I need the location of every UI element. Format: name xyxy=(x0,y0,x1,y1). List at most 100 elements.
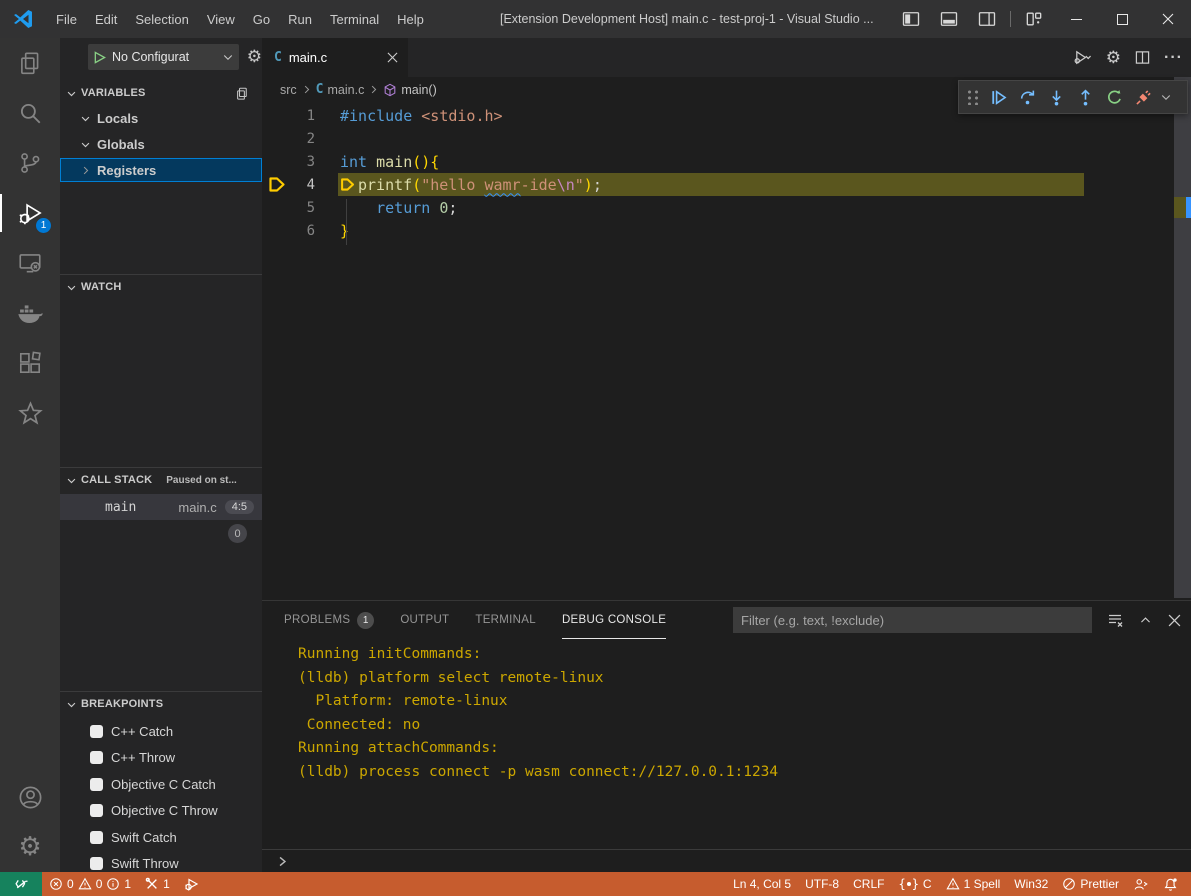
breakpoint-row[interactable]: Swift Throw xyxy=(60,851,262,873)
code-line[interactable]: 6} xyxy=(262,219,1174,242)
debug-configuration-dropdown[interactable]: No Configurat xyxy=(88,44,239,70)
sidebar-item-manage[interactable]: ⚙ xyxy=(0,822,60,872)
close-tab-icon[interactable] xyxy=(387,52,398,63)
language-mode[interactable]: {} C xyxy=(891,872,938,896)
run-or-debug-button[interactable] xyxy=(1073,49,1092,66)
clear-console-icon[interactable] xyxy=(1107,612,1123,628)
split-editor-button[interactable] xyxy=(1135,50,1150,65)
breakpoint-checkbox[interactable] xyxy=(90,778,103,791)
step-over-button[interactable] xyxy=(1013,82,1042,112)
feedback-status[interactable] xyxy=(1126,872,1156,896)
minimize-button[interactable] xyxy=(1053,0,1099,38)
console-line: Connected: no xyxy=(298,714,1178,738)
sidebar-item-docker[interactable] xyxy=(0,288,60,338)
spell-checker-status[interactable]: 1 Spell xyxy=(939,872,1008,896)
maximize-button[interactable] xyxy=(1099,0,1145,38)
panel-tab-terminal[interactable]: TERMINAL xyxy=(475,601,536,639)
watch-section-header[interactable]: WATCH xyxy=(60,276,262,298)
code-editor[interactable]: 1#include <stdio.h>23int main(){4printf(… xyxy=(262,102,1174,600)
panel-tab-debug-console[interactable]: DEBUG CONSOLE xyxy=(562,601,666,639)
breakpoint-row[interactable]: Swift Catch xyxy=(60,824,262,850)
problems-status[interactable]: 0 0 1 xyxy=(42,872,138,896)
settings-gear-button[interactable]: ⚙ xyxy=(1106,48,1121,68)
breakpoint-label: Objective C Throw xyxy=(111,803,218,818)
copy-icon[interactable] xyxy=(235,86,250,101)
customize-layout-icon[interactable] xyxy=(1015,0,1053,38)
sidebar-item-search[interactable] xyxy=(0,88,60,138)
variables-item-registers[interactable]: Registers xyxy=(60,158,262,182)
sidebar-item-star-extension[interactable] xyxy=(0,388,60,438)
continue-button[interactable] xyxy=(984,82,1013,112)
breakpoint-checkbox[interactable] xyxy=(90,751,103,764)
more-actions-button[interactable]: ··· xyxy=(1164,49,1183,67)
formatter-status[interactable]: Prettier xyxy=(1055,872,1126,896)
panel-tab-output[interactable]: OUTPUT xyxy=(400,601,449,639)
sidebar-item-extensions[interactable] xyxy=(0,338,60,388)
breakpoint-row[interactable]: C++ Throw xyxy=(60,745,262,771)
overview-ruler[interactable] xyxy=(1174,77,1191,598)
breadcrumb-item[interactable]: main() xyxy=(383,83,436,97)
start-debug-icon[interactable] xyxy=(93,51,106,64)
sidebar-item-remote-explorer[interactable] xyxy=(0,238,60,288)
code-line[interactable]: 5 return 0; xyxy=(262,196,1174,219)
code-line[interactable]: 3int main(){ xyxy=(262,150,1174,173)
call-stack-section-header[interactable]: CALL STACK Paused on st... xyxy=(60,469,262,491)
remote-indicator[interactable] xyxy=(0,872,42,896)
launch-settings-gear-icon[interactable]: ⚙ xyxy=(247,47,262,67)
sidebar-item-source-control[interactable] xyxy=(0,138,60,188)
chevron-down-icon xyxy=(222,51,234,63)
menu-help[interactable]: Help xyxy=(388,12,433,27)
tools-status[interactable]: 1 xyxy=(138,872,177,896)
breakpoint-row[interactable]: C++ Catch xyxy=(60,718,262,744)
eol-sequence[interactable]: CRLF xyxy=(846,872,891,896)
sidebar-item-explorer[interactable] xyxy=(0,38,60,88)
menu-go[interactable]: Go xyxy=(244,12,279,27)
breakpoint-checkbox[interactable] xyxy=(90,831,103,844)
breakpoint-checkbox[interactable] xyxy=(90,804,103,817)
warning-icon xyxy=(946,877,960,891)
console-filter-input[interactable] xyxy=(733,607,1092,633)
variables-section-header[interactable]: VARIABLES xyxy=(60,82,262,104)
menu-selection[interactable]: Selection xyxy=(126,12,197,27)
menu-edit[interactable]: Edit xyxy=(86,12,126,27)
variables-item-locals[interactable]: Locals xyxy=(60,106,262,130)
breadcrumb-item[interactable]: src xyxy=(280,83,297,97)
breadcrumb-item[interactable]: Cmain.c xyxy=(316,82,365,97)
menu-terminal[interactable]: Terminal xyxy=(321,12,388,27)
close-window-button[interactable] xyxy=(1145,0,1191,38)
platform-target[interactable]: Win32 xyxy=(1007,872,1055,896)
restart-button[interactable] xyxy=(1100,82,1129,112)
debug-status[interactable] xyxy=(177,872,207,896)
menu-view[interactable]: View xyxy=(198,12,244,27)
breakpoint-checkbox[interactable] xyxy=(90,725,103,738)
menu-run[interactable]: Run xyxy=(279,12,321,27)
toggle-sidebar-icon[interactable] xyxy=(892,0,930,38)
sidebar-item-run-and-debug[interactable]: 1 xyxy=(0,188,60,238)
menu-file[interactable]: File xyxy=(47,12,86,27)
variables-item-globals[interactable]: Globals xyxy=(60,132,262,156)
console-line: Platform: remote-linux xyxy=(298,690,1178,714)
step-out-button[interactable] xyxy=(1071,82,1100,112)
breakpoint-row[interactable]: Objective C Throw xyxy=(60,798,262,824)
notifications-status[interactable] xyxy=(1156,872,1185,896)
drag-handle-icon[interactable] xyxy=(966,89,980,105)
step-into-button[interactable] xyxy=(1042,82,1071,112)
panel-tab-problems[interactable]: PROBLEMS1 xyxy=(284,601,374,639)
breakpoints-section-header[interactable]: BREAKPOINTS xyxy=(60,693,262,715)
chevron-down-icon[interactable] xyxy=(1160,91,1172,103)
breakpoint-row[interactable]: Objective C Catch xyxy=(60,771,262,797)
debug-console-input-row[interactable] xyxy=(262,849,1191,873)
call-stack-frame-row[interactable]: main main.c 4:5 xyxy=(60,494,262,520)
code-line[interactable]: 2 xyxy=(262,127,1174,150)
sidebar-item-accounts[interactable] xyxy=(0,772,60,822)
cursor-position[interactable]: Ln 4, Col 5 xyxy=(726,872,798,896)
tab-main-c[interactable]: C main.c xyxy=(262,38,408,77)
toggle-secondary-sidebar-icon[interactable] xyxy=(968,0,1006,38)
toggle-panel-icon[interactable] xyxy=(930,0,968,38)
code-line[interactable]: 4printf("hello wamr-ide\n"); xyxy=(262,173,1174,196)
encoding[interactable]: UTF-8 xyxy=(798,872,846,896)
close-panel-icon[interactable] xyxy=(1168,614,1181,627)
breakpoint-checkbox[interactable] xyxy=(90,857,103,870)
maximize-panel-icon[interactable] xyxy=(1139,614,1152,627)
disconnect-button[interactable] xyxy=(1129,82,1158,112)
